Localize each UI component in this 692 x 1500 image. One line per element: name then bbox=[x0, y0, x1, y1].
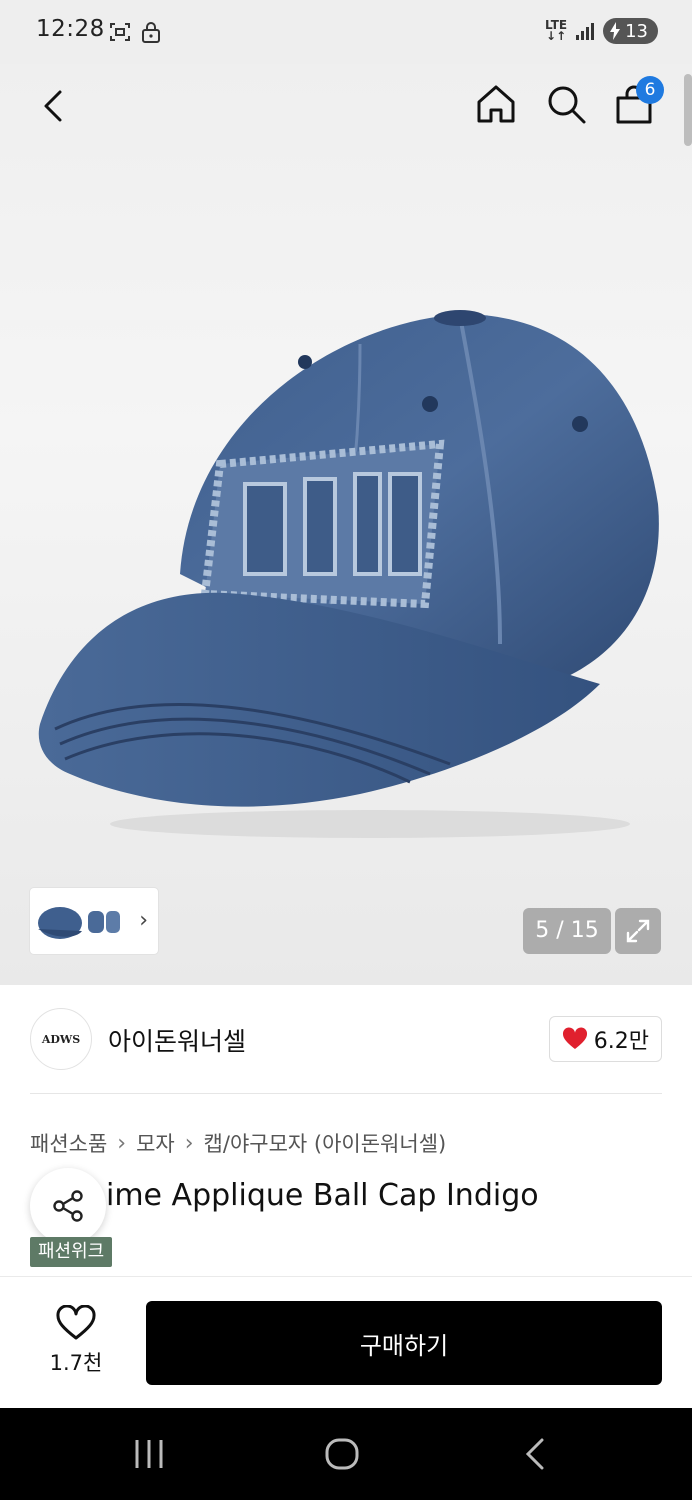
status-right: LTE ↓↑ 13 bbox=[545, 18, 658, 44]
thumbnail-image bbox=[38, 907, 120, 939]
product-image-gallery[interactable]: 6 › 5 / 15 bbox=[0, 64, 692, 985]
brand-row[interactable]: ADWS 아이돈워너셀 6.2만 bbox=[30, 1008, 662, 1070]
home-nav-icon[interactable] bbox=[324, 1438, 360, 1470]
chevron-right-icon: › bbox=[139, 908, 148, 933]
expand-button[interactable] bbox=[615, 908, 661, 954]
fashion-week-tag: 패션위크 bbox=[30, 1237, 113, 1267]
home-icon[interactable] bbox=[474, 82, 518, 126]
cart-count-badge: 6 bbox=[636, 76, 664, 104]
status-time: 12:28 bbox=[36, 16, 105, 42]
wishlist-count: 1.7천 bbox=[49, 1351, 103, 1375]
heart-filled-icon bbox=[562, 1027, 587, 1049]
brand-name[interactable]: 아이돈워너셀 bbox=[108, 1022, 246, 1058]
battery-level: 13 bbox=[625, 20, 648, 42]
search-icon[interactable] bbox=[544, 82, 588, 126]
share-button[interactable] bbox=[30, 1168, 106, 1244]
chevron-right-icon: › bbox=[117, 1130, 127, 1156]
heart-outline-icon bbox=[56, 1304, 96, 1340]
brand-like-button[interactable]: 6.2만 bbox=[548, 1016, 662, 1062]
brand-like-count: 6.2만 bbox=[593, 1029, 649, 1054]
brand-logo[interactable]: ADWS bbox=[30, 1008, 92, 1070]
status-icons bbox=[108, 20, 162, 44]
breadcrumb-item[interactable]: 모자 bbox=[136, 1128, 175, 1158]
charging-bolt-icon bbox=[610, 22, 621, 40]
expand-icon bbox=[626, 919, 650, 943]
back-nav-icon[interactable] bbox=[522, 1438, 550, 1470]
product-title: ime Applique Ball Cap Indigo bbox=[106, 1178, 539, 1213]
product-photo-cap bbox=[38, 310, 659, 838]
share-icon bbox=[53, 1190, 83, 1222]
recent-apps-icon[interactable] bbox=[132, 1438, 166, 1470]
divider bbox=[30, 1093, 662, 1094]
purchase-bar: 1.7천 구매하기 bbox=[0, 1276, 692, 1408]
status-bar: 12:28 LTE ↓↑ 13 bbox=[0, 0, 692, 64]
chevron-right-icon: › bbox=[184, 1130, 194, 1156]
lock-icon bbox=[142, 22, 160, 43]
breadcrumb-item[interactable]: 패션소품 bbox=[30, 1128, 107, 1158]
wishlist-button[interactable]: 1.7천 bbox=[40, 1304, 112, 1377]
breadcrumb-item[interactable]: 캡/야구모자 (아이돈워너셀) bbox=[204, 1128, 447, 1158]
screenshot-icon bbox=[110, 23, 130, 41]
image-page-counter: 5 / 15 bbox=[523, 908, 611, 954]
breadcrumb: 패션소품 › 모자 › 캡/야구모자 (아이돈워너셀) bbox=[30, 1128, 446, 1158]
thumbnail-strip[interactable]: › bbox=[30, 888, 158, 954]
back-arrow-icon[interactable] bbox=[34, 86, 74, 126]
scrollbar[interactable] bbox=[684, 74, 692, 146]
buy-button[interactable]: 구매하기 bbox=[146, 1301, 662, 1385]
battery-indicator: 13 bbox=[603, 18, 658, 44]
cart-button[interactable]: 6 bbox=[612, 76, 664, 126]
system-navigation-bar bbox=[0, 1408, 692, 1500]
network-type: LTE ↓↑ bbox=[545, 18, 568, 43]
signal-icon bbox=[576, 23, 595, 40]
